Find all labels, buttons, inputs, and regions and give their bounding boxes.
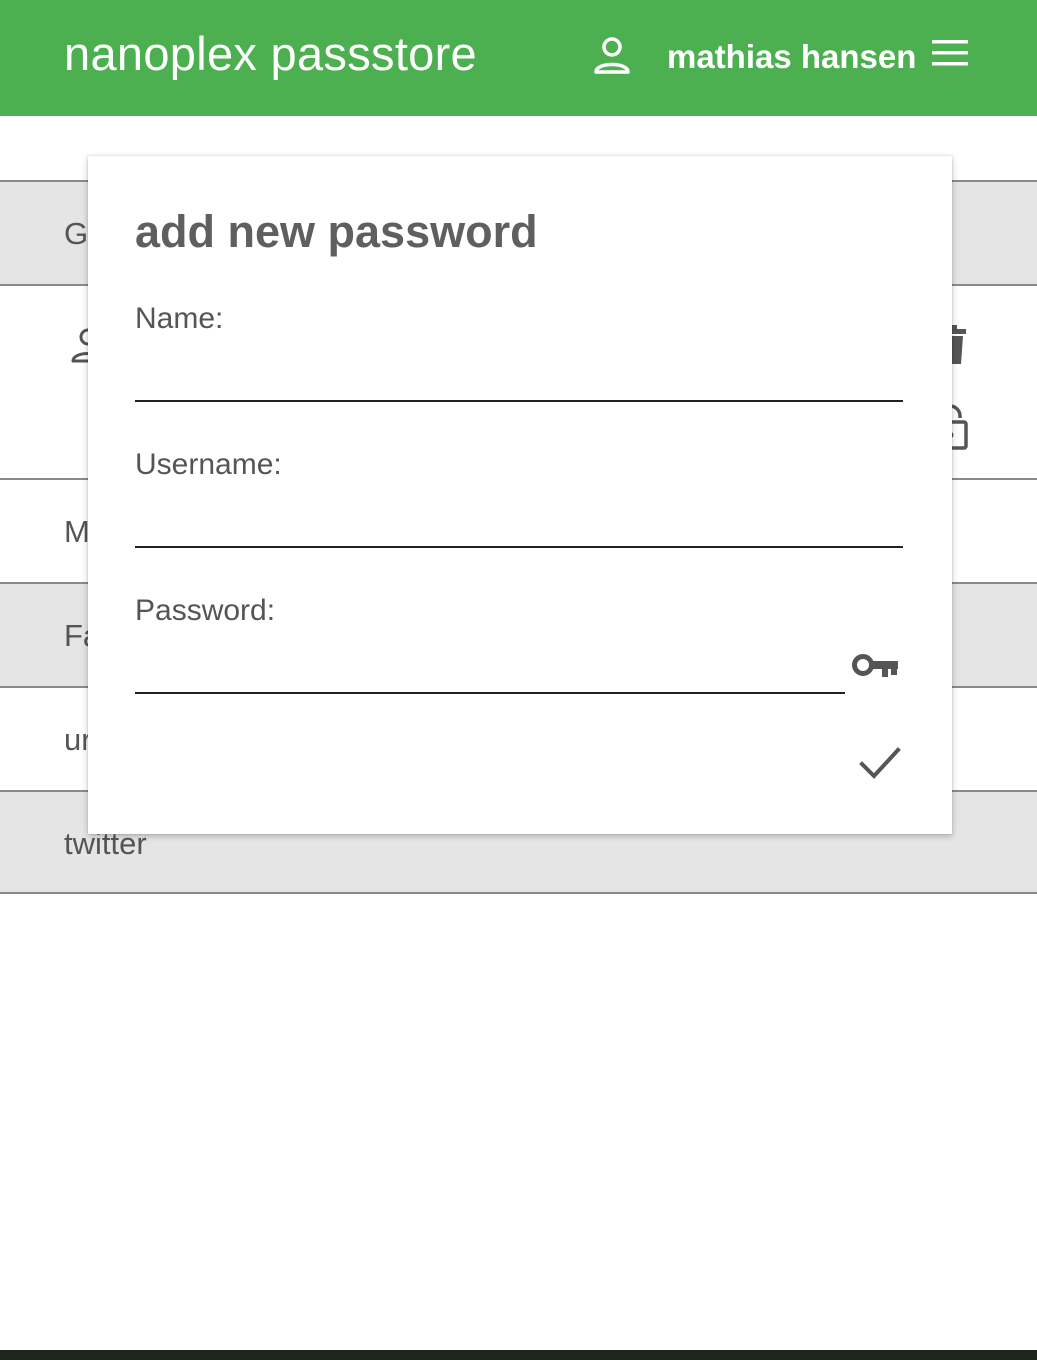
check-icon[interactable] [858,744,902,782]
app-header: nanoplex passstore mathias hansen [0,0,1037,116]
bottom-edge [0,1350,1037,1360]
person-icon[interactable] [592,36,632,76]
username-label: Username: [135,448,282,481]
add-password-dialog: add new password Name: Username: Passwor… [88,156,952,834]
username-field[interactable] [135,504,903,548]
list-item-label: M [64,514,90,549]
dialog-title: add new password [135,206,538,257]
name-label: Name: [135,302,224,335]
name-field[interactable] [135,358,903,402]
user-name[interactable]: mathias hansen [667,38,916,76]
hamburger-menu-icon[interactable] [930,36,970,70]
app-title: nanoplex passstore [64,27,478,80]
password-label: Password: [135,594,276,627]
list-item-label: G [64,216,89,251]
password-field[interactable] [135,650,845,694]
key-icon[interactable] [852,652,900,682]
